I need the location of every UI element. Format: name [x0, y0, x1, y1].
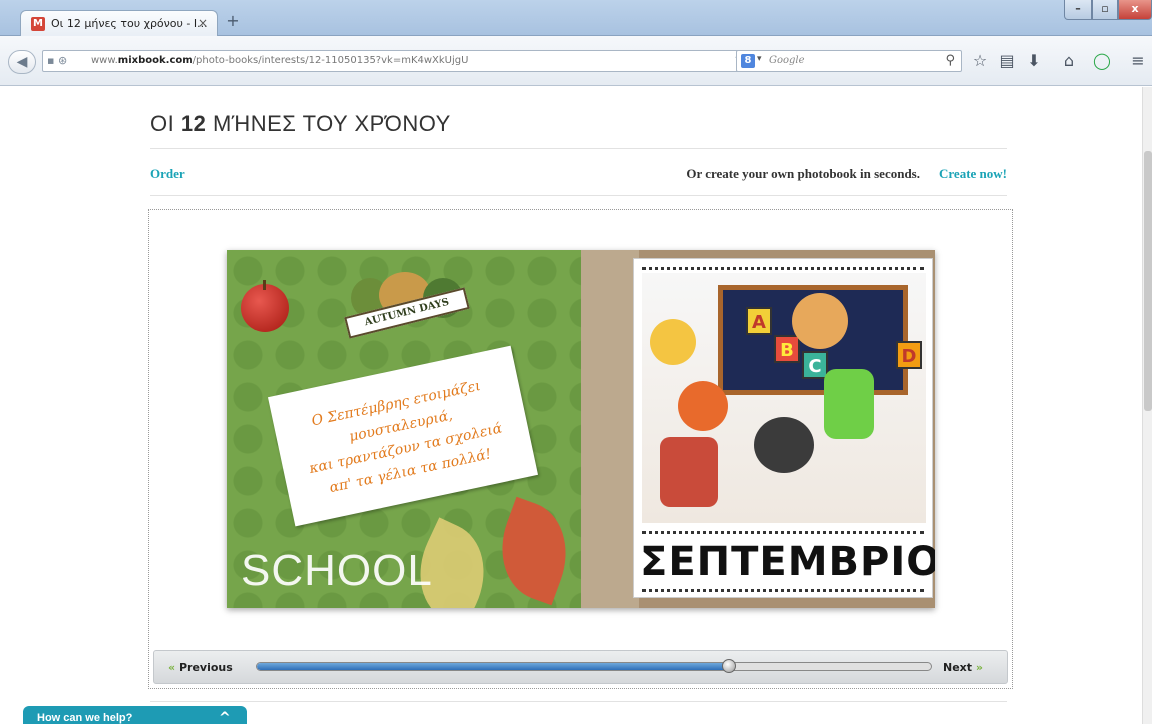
left-page: AUTUMN DAYS Ο Σεπτέμβρης ετοιμάζει μουστ…: [227, 250, 583, 608]
poem-card: Ο Σεπτέμβρης ετοιμάζει μουσταλευριά, και…: [267, 345, 539, 527]
dotted-border: [642, 589, 924, 592]
school-text: SCHOOL: [241, 546, 433, 595]
paper-strip: [581, 250, 639, 608]
dotted-border: [642, 531, 924, 534]
browser-window: M Οι 12 μήνες του χρόνου - I... × + – ▫ …: [0, 0, 1152, 724]
teacher-figure: [792, 293, 848, 349]
tagline: Or create your own photobook in seconds.: [686, 166, 920, 181]
leaf-icon: [485, 496, 583, 606]
back-button[interactable]: ◀: [8, 50, 36, 74]
extension-icon[interactable]: ◯: [1090, 50, 1114, 72]
classroom-illustration: A B C D: [642, 273, 926, 523]
order-link[interactable]: Order: [150, 166, 185, 182]
downloads-icon[interactable]: ⬇: [1022, 50, 1046, 72]
navigation-bar: ◀ ▪ ⊛ www.mixbook.com/photo-books/intere…: [0, 36, 1152, 86]
month-card: A B C D ΣΕΠΤΕΜΒΡΙΟΣ: [633, 258, 935, 598]
child-figure: [678, 381, 728, 431]
child-figure: [660, 437, 718, 507]
divider: [150, 148, 1007, 149]
close-tab-icon[interactable]: ×: [198, 16, 208, 30]
next-arrow-icon: »: [975, 661, 983, 674]
url-text: www.mixbook.com/photo-books/interests/12…: [91, 55, 469, 66]
previous-button[interactable]: « Previous: [168, 661, 233, 674]
gmail-favicon-icon: M: [31, 17, 45, 31]
tab-bar: M Οι 12 μήνες του χρόνου - I... × + – ▫ …: [0, 0, 1152, 37]
book-spread[interactable]: AUTUMN DAYS Ο Σεπτέμβρης ετοιμάζει μουστ…: [227, 250, 935, 608]
viewer-controls: « Previous Next »: [153, 650, 1008, 684]
teacher-figure: [824, 369, 874, 439]
tab-title: Οι 12 μήνες του χρόνου - I...: [51, 17, 208, 30]
page-title: ΟΙ 12 ΜΉΝΕΣ ΤΟΥ ΧΡΌΝΟΥ: [150, 111, 451, 136]
search-placeholder: Google: [769, 55, 805, 66]
help-label: How can we help?: [37, 712, 133, 724]
divider: [150, 701, 1007, 702]
close-window-button[interactable]: x: [1118, 0, 1152, 20]
search-box[interactable]: 8 ▾ Google ⚲: [736, 50, 962, 72]
scrollbar-thumb[interactable]: [1144, 151, 1152, 411]
scrollbar[interactable]: [1142, 87, 1152, 724]
search-icon[interactable]: ⚲: [945, 53, 955, 68]
dotted-border: [642, 267, 924, 270]
minimize-window-button[interactable]: –: [1064, 0, 1092, 20]
letter-block: D: [896, 341, 922, 369]
right-page: A B C D ΣΕΠΤΕΜΒΡΙΟΣ: [581, 250, 935, 608]
photobook-viewer: AUTUMN DAYS Ο Σεπτέμβρης ετοιμάζει μουστ…: [148, 209, 1013, 689]
help-widget[interactable]: How can we help? ^: [23, 706, 247, 724]
web-page: ΟΙ 12 ΜΉΝΕΣ ΤΟΥ ΧΡΌΝΟΥ Order Or create y…: [0, 87, 1142, 724]
previous-arrow-icon: «: [168, 661, 176, 674]
search-engine-icon[interactable]: 8: [741, 54, 755, 68]
page-progress-slider[interactable]: [256, 662, 932, 671]
new-tab-icon[interactable]: +: [224, 12, 242, 30]
maximize-window-button[interactable]: ▫: [1092, 0, 1118, 20]
child-figure: [754, 417, 814, 473]
chevron-up-icon[interactable]: ^: [219, 710, 231, 724]
browser-tab[interactable]: M Οι 12 μήνες του χρόνου - I... ×: [20, 10, 218, 37]
address-bar[interactable]: ▪ ⊛ www.mixbook.com/photo-books/interest…: [42, 50, 764, 72]
month-title: ΣΕΠΤΕΜΒΡΙΟΣ: [640, 539, 935, 585]
menu-icon[interactable]: ≡: [1126, 50, 1150, 72]
search-engine-dropdown-icon[interactable]: ▾: [757, 54, 762, 64]
divider: [150, 195, 1007, 196]
create-now-link[interactable]: Create now!: [939, 166, 1007, 182]
reading-list-icon[interactable]: ▤: [995, 50, 1019, 72]
progress-fill: [257, 663, 729, 670]
home-icon[interactable]: ⌂: [1057, 50, 1081, 72]
letter-block: B: [774, 335, 800, 363]
bookmark-star-icon[interactable]: ☆: [968, 50, 992, 72]
site-identity-icon[interactable]: ▪ ⊛: [47, 54, 67, 67]
letter-block: C: [802, 351, 828, 379]
next-button[interactable]: Next »: [943, 661, 983, 674]
child-figure: [650, 319, 696, 365]
apple-icon: [241, 280, 289, 332]
letter-block: A: [746, 307, 772, 335]
